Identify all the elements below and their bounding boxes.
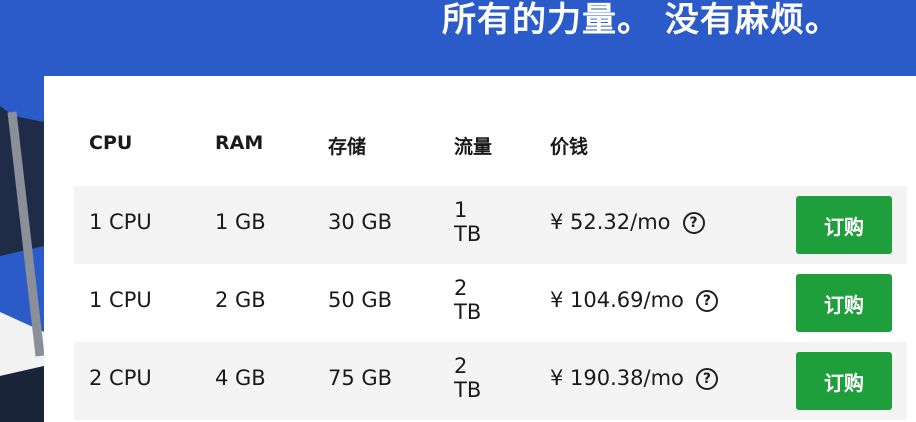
- ram-cell: 2 GB: [215, 288, 266, 312]
- question-mark-icon[interactable]: ?: [682, 212, 705, 234]
- order-button[interactable]: 订购: [796, 352, 892, 410]
- order-button[interactable]: 订购: [796, 274, 892, 332]
- question-mark-icon[interactable]: ?: [695, 368, 718, 390]
- table-row: 2 CPU 4 GB 75 GB 2 TB ¥ 190.38/mo? 订购: [74, 342, 907, 420]
- table-row: 1 CPU 1 GB 30 GB 1 TB ¥ 52.32/mo? 订购: [74, 186, 907, 264]
- pricing-table-header: CPU RAM 存储 流量 价钱: [74, 132, 916, 162]
- header-storage: 存储: [328, 136, 367, 158]
- header-price: 价钱: [550, 136, 589, 158]
- ram-cell: 1 GB: [215, 210, 266, 234]
- storage-cell: 75 GB: [328, 366, 393, 390]
- traffic-cell: 2 TB: [454, 276, 482, 324]
- price-cell: ¥ 190.38/mo?: [550, 366, 718, 390]
- price-cell: ¥ 52.32/mo?: [550, 210, 705, 234]
- pricing-panel: CPU RAM 存储 流量 价钱 1 CPU 1 GB 30 GB 1 TB ¥…: [44, 76, 916, 422]
- storage-cell: 30 GB: [328, 210, 393, 234]
- header-cpu: CPU: [89, 132, 133, 154]
- traffic-cell: 2 TB: [454, 354, 482, 402]
- ram-cell: 4 GB: [215, 366, 266, 390]
- cpu-cell: 2 CPU: [89, 366, 152, 390]
- order-button[interactable]: 订购: [796, 196, 892, 254]
- price-cell: ¥ 104.69/mo?: [550, 288, 718, 312]
- traffic-cell: 1 TB: [454, 198, 482, 246]
- decorative-illustration: [0, 76, 44, 422]
- cpu-cell: 1 CPU: [89, 288, 152, 312]
- storage-cell: 50 GB: [328, 288, 393, 312]
- cpu-cell: 1 CPU: [89, 210, 152, 234]
- hero-title: 所有的力量。 没有麻烦。: [442, 0, 840, 40]
- question-mark-icon[interactable]: ?: [695, 290, 718, 312]
- table-row: 1 CPU 2 GB 50 GB 2 TB ¥ 104.69/mo? 订购: [74, 264, 907, 342]
- price-label: ¥ 104.69/mo: [550, 288, 684, 312]
- header-traffic: 流量: [454, 136, 493, 158]
- header-ram: RAM: [215, 132, 264, 154]
- price-label: ¥ 190.38/mo: [550, 366, 684, 390]
- price-label: ¥ 52.32/mo: [550, 210, 671, 234]
